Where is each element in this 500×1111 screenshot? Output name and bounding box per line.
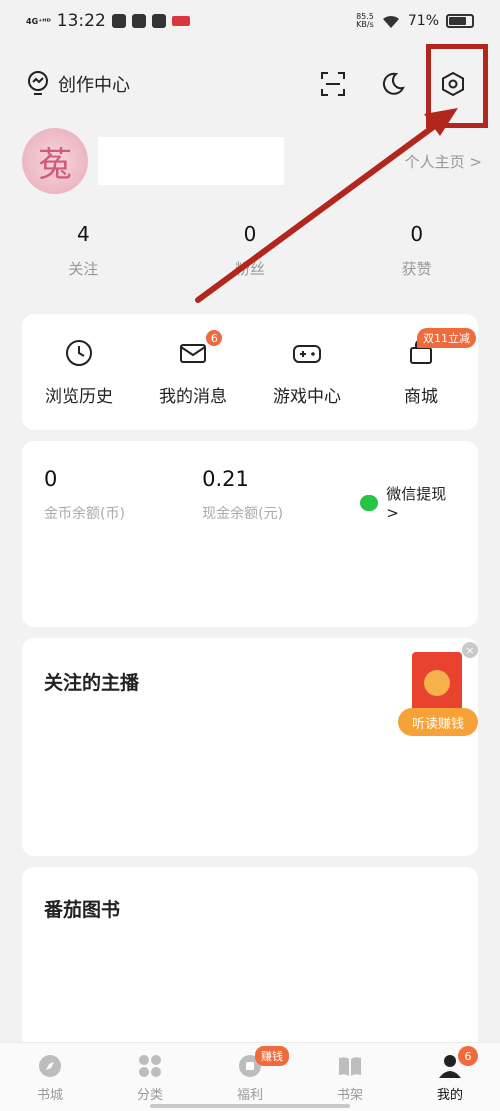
profile-row[interactable]: 菟 个人主页 > <box>22 125 482 197</box>
clock-icon <box>66 340 92 366</box>
stat-fans[interactable]: 0 粉丝 <box>167 222 334 279</box>
history-label: 浏览历史 <box>45 387 113 407</box>
listen-earn-button[interactable]: 听读赚钱 <box>398 708 478 736</box>
mail-icon <box>180 344 206 363</box>
stat-likes[interactable]: 0 获赞 <box>333 222 500 279</box>
personal-homepage-link[interactable]: 个人主页 > <box>405 151 482 172</box>
app-notification-icon <box>131 14 146 28</box>
top-bar: 创作中心 <box>0 60 500 108</box>
stats-row: 4 关注 0 粉丝 0 获赞 <box>0 222 500 279</box>
app-notification-icon <box>111 14 126 28</box>
tab-mine[interactable]: 6 我的 <box>400 1043 500 1111</box>
mall-button[interactable]: 双11立减 商城 <box>364 314 478 430</box>
tab-label: 书城 <box>36 1088 63 1103</box>
cash-balance[interactable]: 0.21 现金余额(元) <box>202 467 360 523</box>
stat-value: 4 <box>76 222 90 246</box>
book-icon <box>339 1057 361 1076</box>
tab-welfare[interactable]: 赚钱 福利 <box>200 1043 300 1111</box>
wifi-icon <box>382 15 399 28</box>
wechat-withdraw-label: 微信提现 > <box>386 485 447 522</box>
username-redacted <box>98 137 284 185</box>
status-time: 13:22 <box>56 11 106 31</box>
tab-label: 福利 <box>236 1088 263 1103</box>
status-bar: 4G⁺ᴴᴰ 13:22 85.5 KB/s 71% <box>0 0 500 42</box>
coin-balance-label: 金币余额(币) <box>44 506 125 522</box>
scan-icon <box>321 72 345 96</box>
battery-icon <box>446 14 474 28</box>
books-card: 番茄图书 <box>22 867 478 1067</box>
creator-center-label: 创作中心 <box>58 75 130 96</box>
home-indicator[interactable] <box>150 1104 350 1108</box>
tab-label: 书架 <box>336 1088 363 1103</box>
app-notification-icon <box>171 16 190 26</box>
wechat-icon <box>360 494 379 511</box>
stat-label: 获赞 <box>401 260 432 278</box>
coin-balance-value: 0 <box>44 467 58 491</box>
mall-label: 商城 <box>404 387 438 407</box>
followed-anchors-card: 关注的主播 听读赚钱 × <box>22 638 478 856</box>
tab-label: 我的 <box>436 1088 463 1103</box>
battery-percent: 71% <box>407 13 439 29</box>
tab-bookshelf[interactable]: 书架 <box>300 1043 400 1111</box>
stat-label: 关注 <box>68 260 99 278</box>
earn-money-tag: 赚钱 <box>255 1046 289 1066</box>
listen-earn-widget[interactable]: 听读赚钱 × <box>398 642 480 748</box>
bottom-tab-bar: 书城 分类 赚钱 福利 书架 6 我的 <box>0 1042 500 1111</box>
close-icon[interactable]: × <box>462 642 478 658</box>
messages-button[interactable]: 6 我的消息 <box>136 314 250 430</box>
history-button[interactable]: 浏览历史 <box>22 314 136 430</box>
wallet-card: 0 金币余额(币) 0.21 现金余额(元) 微信提现 > <box>22 441 478 627</box>
lightbulb-icon <box>28 71 48 95</box>
app-notification-icon <box>151 14 166 28</box>
night-mode-button[interactable] <box>378 69 408 99</box>
coin-balance[interactable]: 0 金币余额(币) <box>44 467 202 523</box>
tab-bookstore[interactable]: 书城 <box>0 1043 100 1111</box>
tab-label: 分类 <box>136 1088 163 1103</box>
creator-center-button[interactable]: 创作中心 <box>26 71 130 97</box>
scan-button[interactable] <box>318 69 348 99</box>
gamepad-icon <box>293 345 321 363</box>
compass-icon <box>39 1055 61 1077</box>
stat-value: 0 <box>243 222 257 246</box>
moon-icon <box>382 72 405 95</box>
message-count-badge: 6 <box>204 328 225 348</box>
tab-category[interactable]: 分类 <box>100 1043 200 1111</box>
section-title: 关注的主播 <box>44 672 140 694</box>
stat-following[interactable]: 4 关注 <box>0 222 167 279</box>
network-speed: 85.5 KB/s <box>356 12 374 29</box>
section-title: 番茄图书 <box>44 899 121 921</box>
highlight-box <box>426 44 488 128</box>
network-indicator: 4G⁺ᴴᴰ <box>26 16 51 26</box>
mine-badge: 6 <box>458 1046 478 1066</box>
avatar[interactable]: 菟 <box>22 128 88 194</box>
grid-icon <box>139 1055 161 1077</box>
wechat-withdraw-button[interactable]: 微信提现 > <box>360 483 456 522</box>
stat-value: 0 <box>410 222 424 246</box>
quick-actions-card: 浏览历史 6 我的消息 游戏中心 双11立减 商城 <box>22 314 478 430</box>
messages-label: 我的消息 <box>159 387 227 407</box>
game-center-button[interactable]: 游戏中心 <box>250 314 364 430</box>
cash-balance-label: 现金余额(元) <box>202 506 284 522</box>
cash-balance-value: 0.21 <box>202 467 249 491</box>
double11-tag: 双11立减 <box>417 328 476 348</box>
game-center-label: 游戏中心 <box>273 387 341 407</box>
stat-label: 粉丝 <box>235 260 266 278</box>
